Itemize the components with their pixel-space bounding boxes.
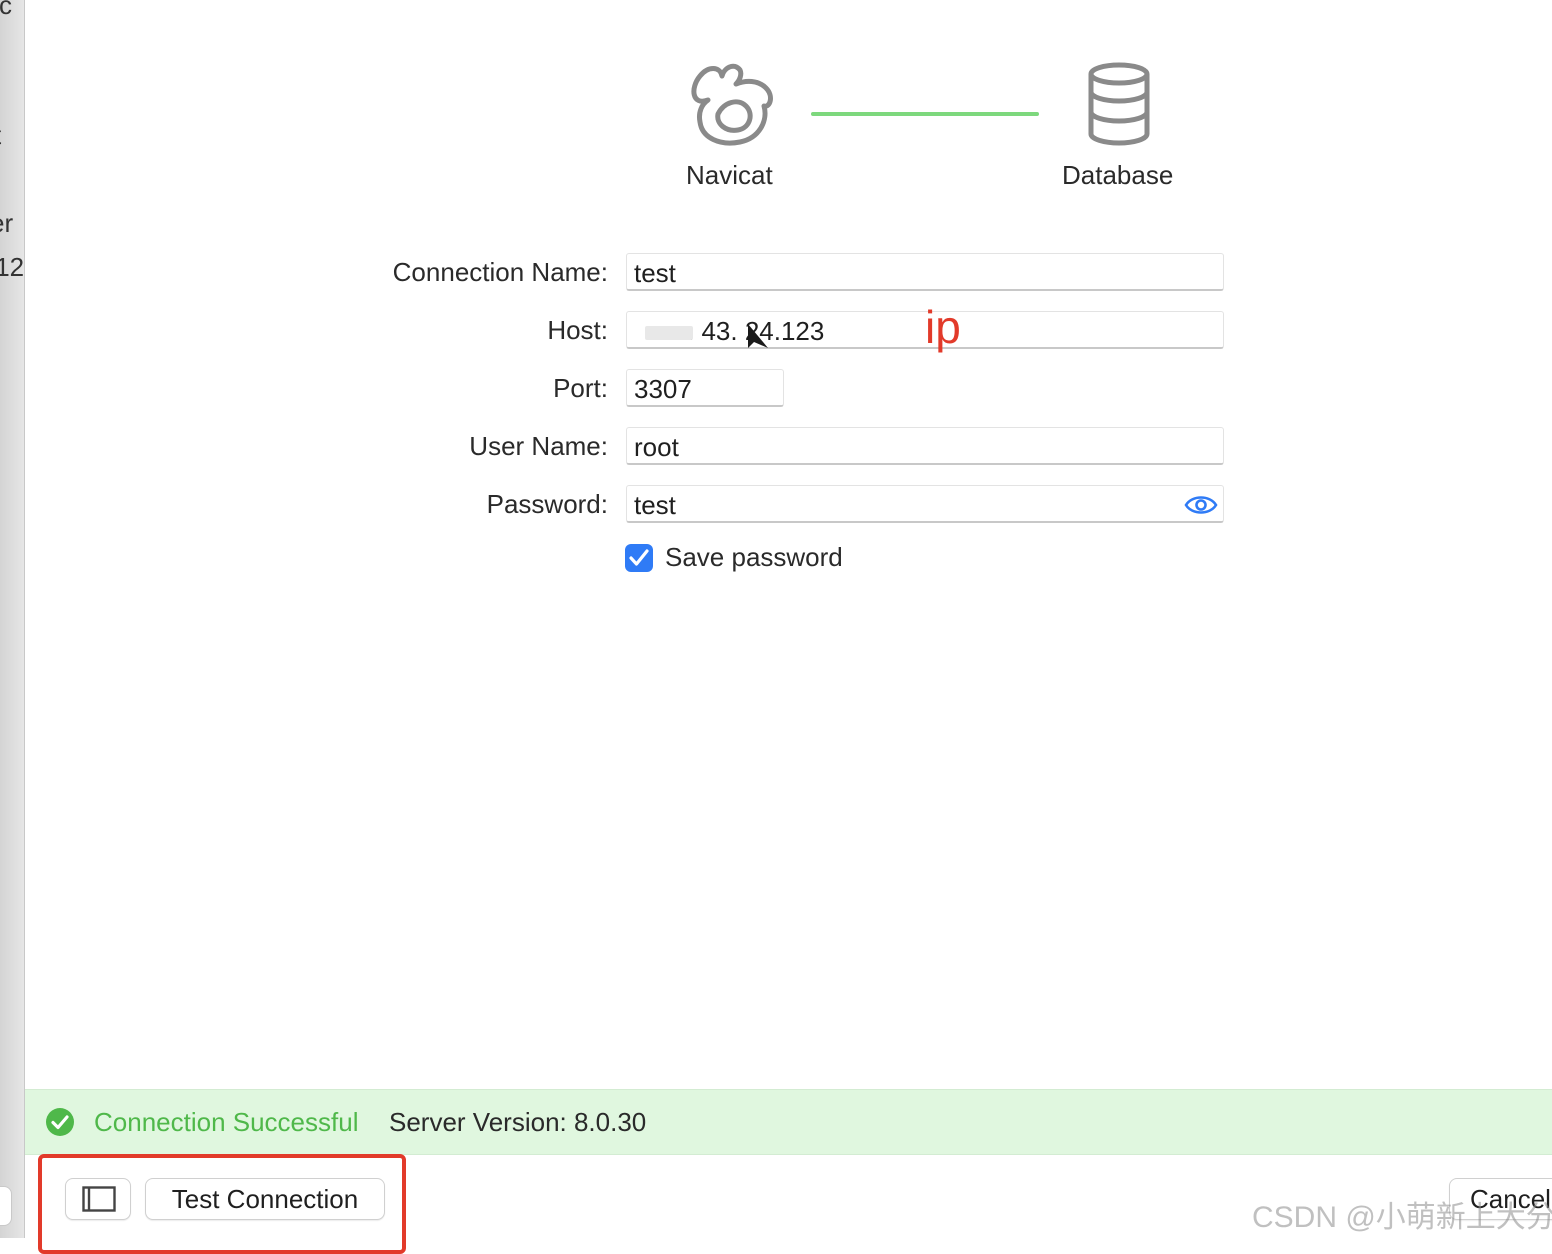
user-name-label: User Name: <box>469 431 608 461</box>
database-icon <box>1088 62 1150 146</box>
database-label: Database <box>1062 160 1174 190</box>
user-name-field[interactable]: root <box>626 427 1224 465</box>
background-text-fragment: t <box>0 120 1 151</box>
highlight-annotation <box>38 1154 406 1254</box>
ip-annotation: ip <box>925 301 961 353</box>
save-password-label: Save password <box>665 542 843 572</box>
checkmark-icon <box>629 549 649 566</box>
mouse-cursor-icon <box>748 324 768 348</box>
eye-icon[interactable] <box>1184 492 1218 518</box>
connection-status-bar: Connection Successful Server Version: 8.… <box>25 1089 1552 1155</box>
background-window-edge: tic t er .12 <box>0 0 25 1238</box>
background-text-fragment: tic <box>0 0 12 20</box>
navicat-label: Navicat <box>686 160 773 190</box>
connection-line <box>811 112 1039 116</box>
success-check-icon <box>46 1108 74 1136</box>
redaction-mark <box>645 326 693 340</box>
connection-name-label: Connection Name: <box>392 257 608 287</box>
background-button-edge <box>0 1186 12 1226</box>
navicat-logo-icon <box>691 63 773 146</box>
password-label: Password: <box>486 489 608 519</box>
status-message: Connection Successful <box>94 1107 359 1137</box>
save-password-checkbox[interactable] <box>625 544 653 572</box>
port-label: Port: <box>553 373 608 403</box>
password-field[interactable]: test <box>626 485 1224 523</box>
background-text-fragment: er <box>0 208 14 238</box>
connection-name-field[interactable]: test <box>626 253 1224 291</box>
background-text-fragment: .12 <box>0 252 25 282</box>
port-field[interactable]: 3307 <box>626 369 784 407</box>
server-version: Server Version: 8.0.30 <box>389 1107 647 1137</box>
host-label: Host: <box>547 315 608 345</box>
watermark: CSDN @小萌新上大分 <box>1252 1201 1552 1234</box>
